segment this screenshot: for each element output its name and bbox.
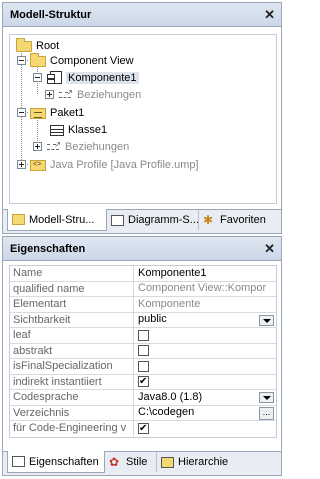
collapse-icon[interactable] [17,108,26,117]
property-row-sichtbarkeit: Sichtbarkeit public [10,312,276,328]
tree-node-komponente1[interactable]: Komponente1 [33,69,139,86]
tab-hierarchie[interactable]: Hierarchie [157,452,232,472]
tree-node-paket1[interactable]: Paket1 [17,104,84,121]
expand-icon[interactable] [33,142,42,151]
directory-field[interactable]: C:\codegen ... [134,406,276,421]
tab-stile[interactable]: ✿ Stile [105,452,157,472]
tab-label: Modell-Stru... [29,213,95,226]
close-icon[interactable]: ✕ [264,8,275,21]
name-field[interactable]: Komponente1 [134,266,276,281]
property-row-name: Name Komponente1 [10,266,276,282]
tree-node-label: Komponente1 [66,71,139,84]
properties-grid: Name Komponente1 qualified name Componen… [9,265,277,438]
property-name: qualified name [10,281,134,296]
code-language-select[interactable]: Java8.0 (1.8) [134,390,276,405]
model-tree: Root Component View Komponente1 ↗ Bezieh… [9,34,277,204]
visibility-value: public [138,313,167,326]
tree-node-label: Beziehungen [77,88,142,101]
property-row-leaf: leaf [10,328,276,344]
indirectly-instantiated-checkbox[interactable] [138,375,149,389]
expand-icon[interactable] [17,160,26,169]
model-tree-tabs: Modell-Stru... Diagramm-S... ✱ Favoriten [3,209,281,233]
properties-titlebar: Eigenschaften ✕ [3,237,281,261]
diagram-icon [111,214,124,226]
class-icon [50,124,64,136]
collapse-icon[interactable] [17,56,26,65]
tree-node-java-profile[interactable]: Java Profile [Java Profile.ump] [17,156,199,173]
folder-icon [12,214,25,225]
property-row-codesprache: Codesprache Java8.0 (1.8) [10,390,276,406]
property-row-code-engineering: für Code-Engineering v [10,421,276,437]
code-engineering-checkbox[interactable] [138,421,149,436]
leaf-checkbox[interactable] [138,329,149,341]
directory-value: C:\codegen [138,406,195,419]
tab-label: Hierarchie [178,456,229,468]
relations-icon: ↗ [58,88,73,101]
tree-node-label: Paket1 [50,106,85,119]
property-name: abstrakt [10,343,134,358]
java-profile-icon [30,159,46,171]
tab-diagramm-struktur[interactable]: Diagramm-S... [107,210,199,230]
property-row-is-final-specialization: isFinalSpecialization [10,359,276,375]
chevron-down-icon[interactable] [259,392,274,403]
tree-node-label: Java Profile [Java Profile.ump] [50,158,199,171]
tree-node-label: Klasse1 [68,123,108,136]
component-icon [47,71,62,84]
properties-icon [12,456,25,467]
property-name: indirekt instantiiert [10,374,134,389]
collapse-icon[interactable] [33,73,42,82]
folder-icon [30,52,46,67]
element-kind-value: Komponente [138,297,201,310]
model-tree-title: Modell-Struktur [10,8,92,21]
tree-node-klasse1[interactable]: Klasse1 [50,121,107,138]
folder-icon [16,37,32,52]
property-name: für Code-Engineering v [10,421,134,437]
property-name: Elementart [10,297,134,312]
tree-node-beziehungen-1[interactable]: ↗ Beziehungen [45,86,141,103]
relations-icon: ↗ [46,140,61,153]
tab-eigenschaften[interactable]: Eigenschaften [7,451,105,473]
tree-node-label: Root [36,39,60,52]
code-language-value: Java8.0 (1.8) [138,390,203,403]
package-icon [30,107,46,119]
property-row-verzeichnis: Verzeichnis C:\codegen ... [10,405,276,421]
tree-node-label: Beziehungen [65,140,130,153]
property-name: Codesprache [10,390,134,405]
chevron-down-icon[interactable] [259,314,274,326]
abstract-checkbox[interactable] [138,345,149,357]
tab-favoriten[interactable]: ✱ Favoriten [199,210,270,230]
property-name: Name [10,266,134,281]
tab-label: Stile [126,456,148,468]
expand-icon[interactable] [45,90,54,99]
property-name: Sichtbarkeit [10,312,134,327]
hierarchy-icon [161,456,174,468]
property-name: isFinalSpecialization [10,359,134,374]
property-row-qualified-name: qualified name Component View::Kompor [10,281,276,297]
tree-node-component-view[interactable]: Component View [17,52,134,69]
tab-label: Favoriten [220,214,266,226]
property-name: leaf [10,328,134,343]
property-row-elementart: Elementart Komponente [10,297,276,313]
properties-title: Eigenschaften [10,242,86,255]
tree-node-label: Component View [50,54,134,67]
tab-label: Eigenschaften [29,455,99,468]
property-name: Verzeichnis [10,405,134,420]
styles-icon: ✿ [109,454,120,469]
is-final-specialization-checkbox[interactable] [138,360,149,372]
property-row-abstrakt: abstrakt [10,343,276,359]
properties-panel: Eigenschaften ✕ Name Komponente1 qualifi… [2,236,282,476]
qualified-name-value: Component View::Kompor [138,282,267,295]
properties-tabs: Eigenschaften ✿ Stile Hierarchie [3,451,281,475]
model-tree-titlebar: Modell-Struktur ✕ [3,3,281,27]
tree-node-beziehungen-2[interactable]: ↗ Beziehungen [33,138,129,155]
visibility-select[interactable]: public [134,313,276,328]
tab-modell-struktur[interactable]: Modell-Stru... [7,209,107,231]
property-row-indirekt-instantiiert: indirekt instantiiert [10,374,276,390]
favorites-icon: ✱ [203,212,214,227]
model-tree-panel: Modell-Struktur ✕ Root Component View Ko… [2,2,282,234]
tab-label: Diagramm-S... [128,214,199,226]
browse-button[interactable]: ... [259,406,274,420]
close-icon[interactable]: ✕ [264,242,275,255]
